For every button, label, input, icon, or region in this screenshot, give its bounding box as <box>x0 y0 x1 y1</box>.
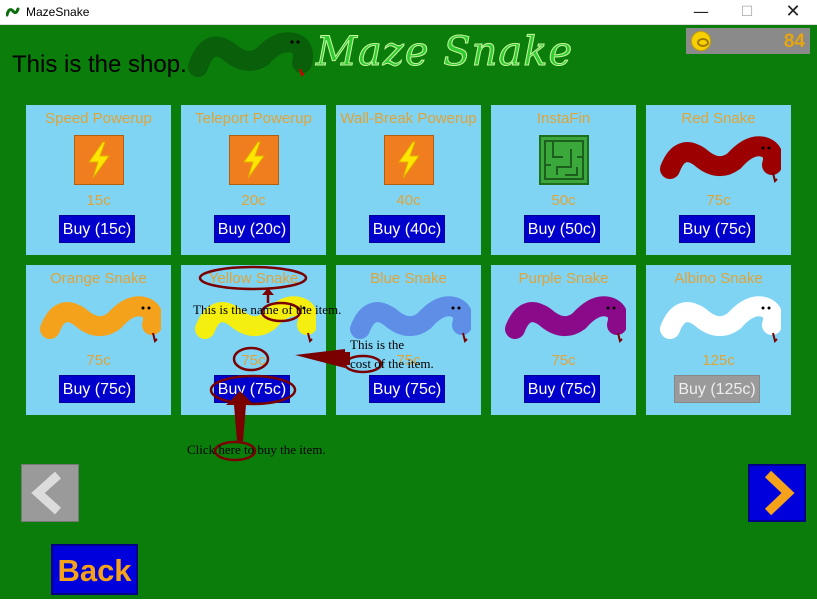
buy-button-red-snake[interactable]: Buy (75c) <box>679 215 755 243</box>
previous-page-button[interactable] <box>21 464 79 522</box>
item-cost: 50c <box>551 192 576 209</box>
app-snake-icon <box>6 7 20 17</box>
annotation-cost-note-line1: This is the <box>350 337 405 352</box>
item-cost: 40c <box>396 192 421 209</box>
buy-button-purple-snake[interactable]: Buy (75c) <box>524 375 600 403</box>
item-name: Orange Snake <box>50 270 147 287</box>
buy-button-albino-snake[interactable]: Buy (125c) <box>674 375 760 403</box>
back-button[interactable]: Back <box>51 544 138 595</box>
item-name: Speed Powerup <box>45 110 152 127</box>
coin-counter: 84 <box>686 28 810 54</box>
shop-item-wall-break-powerup: Wall-Break Powerup 40c Buy (40c) <box>336 105 481 255</box>
shop-item-yellow-snake: Yellow Snake 75c Buy (75c) <box>181 265 326 415</box>
item-name: Red Snake <box>681 110 756 127</box>
maximize-button[interactable]: ☐ <box>724 0 770 25</box>
item-name: Blue Snake <box>370 270 447 287</box>
coin-icon <box>691 31 711 51</box>
coin-count: 84 <box>783 31 805 52</box>
shop-item-instafin: InstaFin 50c Buy (50c) <box>491 105 636 255</box>
shop-item-speed-powerup: Speed Powerup 15c Buy (15c) <box>26 105 171 255</box>
buy-button-wall-break-powerup[interactable]: Buy (40c) <box>369 215 445 243</box>
item-cost: 75c <box>706 192 731 209</box>
yellow-snake-icon <box>195 296 316 343</box>
buy-button-yellow-snake[interactable]: Buy (75c) <box>214 375 290 403</box>
item-name: Purple Snake <box>518 270 609 287</box>
buy-button-teleport-powerup[interactable]: Buy (20c) <box>214 215 290 243</box>
annotation-buy-note: Click here to buy the item. <box>187 442 326 457</box>
purple-snake-icon <box>505 296 626 343</box>
annotation-name-note: This is the name of the item. <box>193 302 342 317</box>
orange-snake-icon <box>40 296 161 343</box>
logo-text: Maze Snake <box>315 29 574 76</box>
lightning-icon <box>384 135 434 185</box>
item-name: Wall-Break Powerup <box>340 110 477 127</box>
item-cost: 20c <box>241 192 266 209</box>
item-name: Albino Snake <box>674 270 763 287</box>
window-title: MazeSnake <box>26 5 90 19</box>
shop-item-red-snake: Red Snake 75c Buy (75c) <box>646 105 791 255</box>
chevron-right-icon <box>764 470 795 516</box>
shop-item-orange-snake: Orange Snake 75c Buy (75c) <box>26 265 171 415</box>
annotation-cost-note-line2: cost of the item. <box>350 356 434 371</box>
next-page-button[interactable] <box>748 464 806 522</box>
item-name: InstaFin <box>536 110 591 127</box>
shop-item-purple-snake: Purple Snake 75c Buy (75c) <box>491 265 636 415</box>
logo-snake-icon <box>188 32 313 77</box>
maze-icon <box>539 135 589 185</box>
item-name: Yellow Snake <box>208 270 299 287</box>
lightning-icon <box>229 135 279 185</box>
albino-snake-icon <box>660 296 781 343</box>
item-cost: 75c <box>551 352 576 369</box>
shop-item-albino-snake: Albino Snake 125c Buy (125c) <box>646 265 791 415</box>
minimize-button[interactable]: — <box>678 0 724 25</box>
item-cost: 75c <box>86 352 111 369</box>
buy-button-blue-snake[interactable]: Buy (75c) <box>369 375 445 403</box>
buy-button-orange-snake[interactable]: Buy (75c) <box>59 375 135 403</box>
red-snake-icon <box>660 136 781 183</box>
shop-screen: This is the shop. Maze Snake 84 Speed Po… <box>0 25 817 599</box>
item-name: Teleport Powerup <box>195 110 312 127</box>
item-cost: 125c <box>702 352 735 369</box>
bottom-strip <box>0 599 817 604</box>
item-cost: 75c <box>241 352 266 369</box>
shop-item-teleport-powerup: Teleport Powerup 20c Buy (20c) <box>181 105 326 255</box>
chevron-left-icon <box>31 471 62 515</box>
window-titlebar: MazeSnake — ☐ ✕ <box>0 0 817 25</box>
buy-button-speed-powerup[interactable]: Buy (15c) <box>59 215 135 243</box>
shop-title: This is the shop. <box>12 51 187 78</box>
item-cost: 15c <box>86 192 111 209</box>
lightning-icon <box>74 135 124 185</box>
buy-button-instafin[interactable]: Buy (50c) <box>524 215 600 243</box>
close-button[interactable]: ✕ <box>770 0 816 25</box>
